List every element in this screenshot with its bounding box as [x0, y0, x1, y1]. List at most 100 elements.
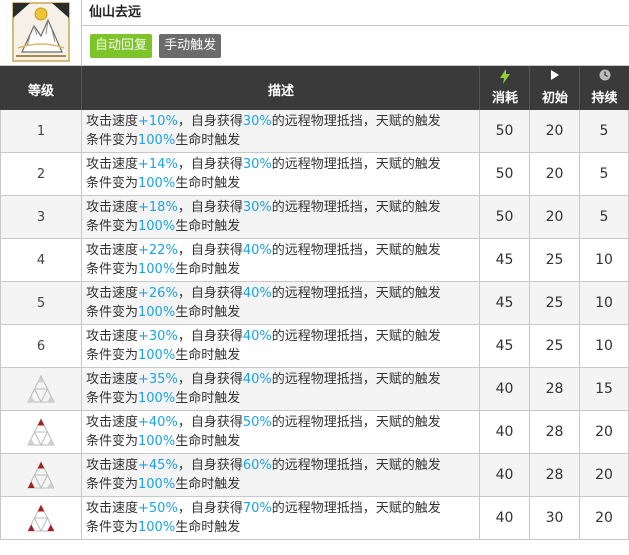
cost-cell: 40 [480, 497, 530, 540]
duration-cell: 15 [580, 368, 629, 411]
description-text: 攻击速度 [86, 157, 139, 172]
description-text: 生命时触发 [175, 391, 241, 406]
level-cell: 4 [0, 239, 82, 282]
table-header: 等级 描述 消耗 初始 持续 [0, 66, 629, 110]
level-value: 6 [36, 339, 46, 354]
hp-threshold-value: 100% [138, 391, 176, 406]
initial-cell: 28 [530, 454, 580, 497]
attack-speed-bonus: +40% [138, 415, 178, 430]
table-row: 4 攻击速度+22%，自身获得40%的远程物理抵挡，天赋的触发 条件变为100%生命… [0, 239, 629, 282]
description-text: 的远程物理抵挡，天赋的触发 [271, 157, 441, 172]
table-row: 攻击速度+45%，自身获得60%的远程物理抵挡，天赋的触发 条件变为100%生命时… [0, 454, 629, 497]
header-desc: 描述 [267, 84, 294, 99]
description-text: 生命时触发 [175, 348, 241, 363]
duration-cell: 5 [580, 110, 629, 153]
attack-speed-bonus: +14% [138, 157, 178, 172]
description-text: ，自身获得 [177, 329, 243, 344]
description-text: 条件变为 [86, 348, 139, 363]
attack-speed-bonus: +50% [138, 501, 178, 516]
table-row: 攻击速度+50%，自身获得70%的远程物理抵挡，天赋的触发 条件变为100%生命时… [0, 497, 629, 540]
skill-tags: 自动回复 手动触发 [82, 26, 629, 66]
description-text: 条件变为 [86, 520, 139, 535]
hp-threshold-value: 100% [138, 348, 176, 363]
duration-cell: 5 [580, 153, 629, 196]
initial-cell: 28 [530, 411, 580, 454]
cost-cell: 40 [480, 368, 530, 411]
description-cell: 攻击速度+35%，自身获得40%的远程物理抵挡，天赋的触发 条件变为100%生命时… [82, 368, 480, 411]
level-value: 4 [36, 253, 46, 268]
level-value: 5 [36, 296, 46, 311]
level-cell [0, 411, 82, 454]
level-cell: 2 [0, 153, 82, 196]
initial-cell: 25 [530, 282, 580, 325]
attack-speed-bonus: +18% [138, 200, 178, 215]
skill-name: 仙山去远 [82, 0, 629, 26]
description-text: 攻击速度 [86, 372, 139, 387]
header-duration: 持续 [580, 66, 629, 110]
attack-speed-bonus: +22% [138, 243, 178, 258]
skill-card: 仙山去远 自动回复 手动触发 等级 描述 消耗 初始 持续 1 攻击速度+10%… [0, 0, 629, 540]
ranged-block-value: 40% [242, 329, 272, 344]
duration-cell: 20 [580, 497, 629, 540]
description-text: ，自身获得 [177, 458, 243, 473]
table-row: 3 攻击速度+18%，自身获得30%的远程物理抵挡，天赋的触发 条件变为100%生命… [0, 196, 629, 239]
description-text: 攻击速度 [86, 501, 139, 516]
mastery-triangle-icon [27, 374, 55, 404]
hp-threshold-value: 100% [138, 219, 176, 234]
hp-threshold-value: 100% [138, 176, 176, 191]
description-text: 攻击速度 [86, 200, 139, 215]
level-cell [0, 497, 82, 540]
description-text: 生命时触发 [175, 477, 241, 492]
ranged-block-value: 60% [242, 458, 272, 473]
description-text: 生命时触发 [175, 305, 241, 320]
ranged-block-value: 30% [242, 114, 272, 129]
table-row: 1 攻击速度+10%，自身获得30%的远程物理抵挡，天赋的触发 条件变为100%生命… [0, 110, 629, 153]
description-text: 生命时触发 [175, 219, 241, 234]
mountain-skill-icon [12, 2, 70, 62]
description-cell: 攻击速度+50%，自身获得70%的远程物理抵挡，天赋的触发 条件变为100%生命时… [82, 497, 480, 540]
ranged-block-value: 70% [242, 501, 272, 516]
cost-cell: 45 [480, 282, 530, 325]
tag-auto-recovery: 自动回复 [90, 34, 153, 58]
cost-cell: 45 [480, 325, 530, 368]
duration-cell: 20 [580, 454, 629, 497]
hp-threshold-value: 100% [138, 262, 176, 277]
description-text: 条件变为 [86, 434, 139, 449]
description-text: 攻击速度 [86, 114, 139, 129]
hp-threshold-value: 100% [138, 133, 176, 148]
ranged-block-value: 40% [242, 286, 272, 301]
play-triangle-icon [530, 69, 580, 85]
level-cell [0, 454, 82, 497]
cost-cell: 50 [480, 153, 530, 196]
level-cell: 5 [0, 282, 82, 325]
description-text: 的远程物理抵挡，天赋的触发 [271, 415, 441, 430]
table-row: 2 攻击速度+14%，自身获得30%的远程物理抵挡，天赋的触发 条件变为100%生命… [0, 153, 629, 196]
mastery-triangle-icon [27, 417, 55, 447]
duration-cell: 10 [580, 282, 629, 325]
description-text: 攻击速度 [86, 286, 139, 301]
description-cell: 攻击速度+18%，自身获得30%的远程物理抵挡，天赋的触发 条件变为100%生命时… [82, 196, 480, 239]
description-cell: 攻击速度+26%，自身获得40%的远程物理抵挡，天赋的触发 条件变为100%生命时… [82, 282, 480, 325]
header-initial: 初始 [530, 66, 580, 110]
description-text: ，自身获得 [177, 372, 243, 387]
description-text: 的远程物理抵挡，天赋的触发 [271, 200, 441, 215]
description-text: 条件变为 [86, 305, 139, 320]
description-text: 生命时触发 [175, 520, 241, 535]
hp-threshold-value: 100% [138, 305, 176, 320]
description-text: ，自身获得 [177, 501, 243, 516]
description-text: 攻击速度 [86, 329, 139, 344]
hp-threshold-value: 100% [138, 434, 176, 449]
level-cell: 3 [0, 196, 82, 239]
description-text: ，自身获得 [177, 157, 243, 172]
description-text: 的远程物理抵挡，天赋的触发 [271, 329, 441, 344]
cost-cell: 45 [480, 239, 530, 282]
ranged-block-value: 50% [242, 415, 272, 430]
cost-cell: 40 [480, 454, 530, 497]
description-cell: 攻击速度+14%，自身获得30%的远程物理抵挡，天赋的触发 条件变为100%生命时… [82, 153, 480, 196]
attack-speed-bonus: +35% [138, 372, 178, 387]
duration-cell: 10 [580, 325, 629, 368]
initial-cell: 28 [530, 368, 580, 411]
description-text: 生命时触发 [175, 434, 241, 449]
initial-cell: 30 [530, 497, 580, 540]
description-text: 的远程物理抵挡，天赋的触发 [271, 114, 441, 129]
